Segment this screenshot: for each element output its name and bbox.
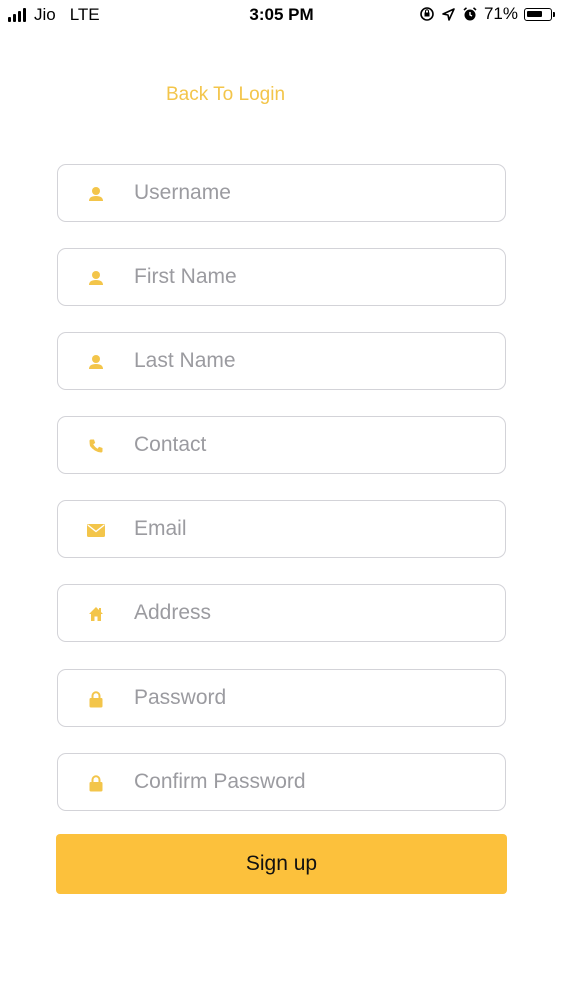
phone-icon (86, 436, 106, 456)
first-name-field[interactable] (57, 248, 506, 306)
last-name-field[interactable] (57, 332, 506, 390)
username-field[interactable] (57, 164, 506, 222)
alarm-icon (463, 7, 477, 21)
username-input[interactable] (134, 165, 484, 221)
status-bar: Jio LTE 3:05 PM 71% (0, 0, 563, 32)
user-icon (86, 184, 106, 204)
status-bar-right: 71% (413, 4, 555, 24)
battery-percent: 71% (483, 4, 518, 23)
location-icon (442, 7, 455, 21)
address-field[interactable] (57, 584, 506, 642)
home-icon (86, 604, 106, 624)
confirm-password-input[interactable] (134, 754, 484, 810)
password-field[interactable] (57, 669, 506, 727)
contact-field[interactable] (57, 416, 506, 474)
lock-icon (86, 689, 106, 709)
orientation-lock-icon (420, 7, 434, 21)
sign-up-button[interactable]: Sign up (56, 834, 507, 894)
back-to-login-link[interactable]: Back To Login (166, 84, 285, 106)
email-field[interactable] (57, 500, 506, 558)
user-icon (86, 268, 106, 288)
contact-input[interactable] (134, 417, 484, 473)
envelope-icon (86, 520, 106, 540)
user-icon (86, 352, 106, 372)
battery-icon (524, 7, 555, 21)
password-input[interactable] (134, 670, 484, 726)
email-input[interactable] (134, 501, 484, 557)
last-name-input[interactable] (134, 333, 484, 389)
confirm-password-field[interactable] (57, 753, 506, 811)
address-input[interactable] (134, 585, 484, 641)
first-name-input[interactable] (134, 249, 484, 305)
lock-icon (86, 773, 106, 793)
